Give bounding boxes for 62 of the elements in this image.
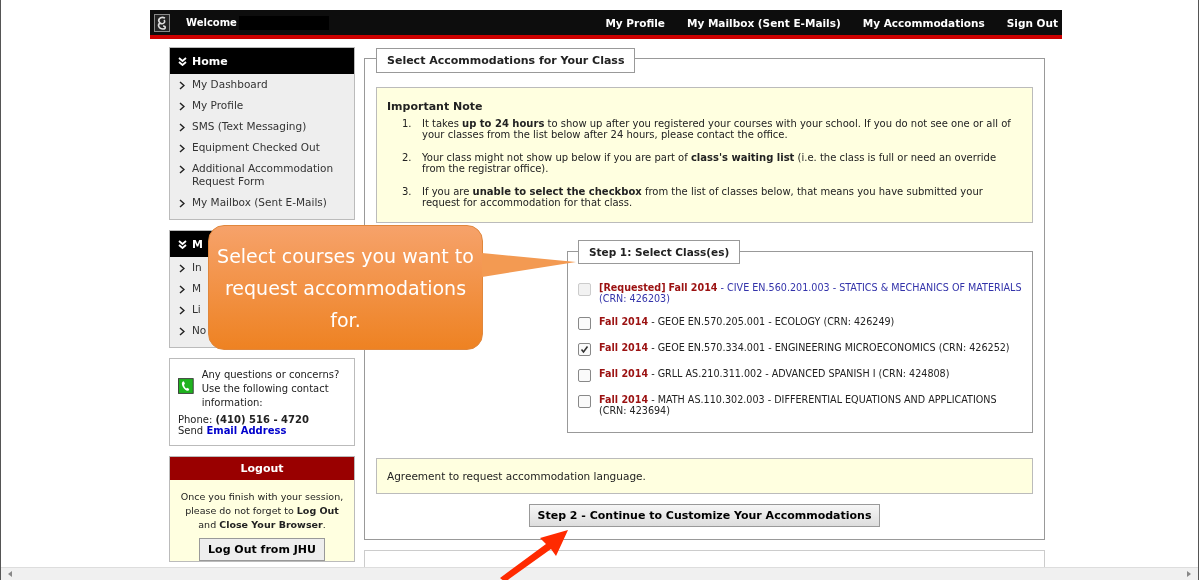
- chevron-right-icon: [179, 165, 185, 174]
- chevron-right-icon: [179, 144, 185, 153]
- chevron-right-icon: [179, 264, 185, 273]
- menu-link[interactable]: M: [192, 282, 202, 295]
- panel-title: Select Accommodations for Your Class: [376, 48, 636, 73]
- step-title: Step 1: Select Class(es): [578, 240, 741, 264]
- send-label: Send: [178, 425, 204, 436]
- note-text: If you are unable to select the checkbox from the list of classes below, that means you have submitted your request for accommodation for that class.: [422, 186, 984, 208]
- class-label: Fall 2014 - GEOE EN.570.334.001 - ENGINEERING MICROECONOMICS (CRN: 426252): [599, 342, 1010, 355]
- scroll-left-icon[interactable]: [7, 571, 13, 577]
- chevron-right-icon: [179, 306, 185, 315]
- menu-link[interactable]: My Dashboard: [192, 78, 268, 91]
- logout-text: Once you finish with your session, please do not forget to Log Out and Close Your Browser.: [179, 490, 345, 532]
- note-text: Your class might not show up below if you are part of class's waiting list (i.e. the class is full or need an override from the registrar office).: [422, 152, 998, 174]
- menu-header[interactable]: Home: [170, 48, 354, 74]
- chevron-right-icon: [179, 199, 185, 208]
- logo-icon: [154, 13, 170, 32]
- class-label: Fall 2014 - MATH AS.110.302.003 - DIFFERENTIAL EQUATIONS AND APPLICATIONS (CRN: 423694): [599, 394, 998, 416]
- menu-link[interactable]: SMS (Text Messaging): [192, 120, 307, 133]
- checkbox[interactable]: [578, 395, 591, 408]
- horizontal-scrollbar[interactable]: [1, 567, 1198, 580]
- scroll-right-icon[interactable]: [1186, 571, 1192, 577]
- chevron-right-icon: [179, 285, 185, 294]
- checkbox[interactable]: [578, 369, 591, 382]
- logout-header: Logout: [170, 457, 354, 480]
- agreement-text: Agreement to request accommodation language.: [387, 470, 646, 482]
- note-text: It takes up to 24 hours to show up after you registered your courses with your school. If you do not see one or all of your classes from the list below after 24 hours, please contact the office.: [422, 118, 1012, 140]
- callout-tooltip: Select courses you want to request accommodations for.: [208, 225, 483, 350]
- checkbox[interactable]: [578, 343, 591, 356]
- welcome-text: Welcome: [186, 17, 237, 28]
- list-number: 1.: [402, 118, 413, 131]
- nav-link[interactable]: My Accommodations: [862, 16, 985, 29]
- logout-button[interactable]: Log Out from JHU: [199, 538, 325, 561]
- class-label: [Requested] Fall 2014 - CIVE EN.560.201.003 - STATICS & MECHANICS OF MATERIALS (CRN: 426203): [599, 282, 1022, 304]
- menu-link[interactable]: Li: [192, 303, 201, 316]
- double-chevron-icon: [178, 239, 187, 249]
- list-number: 3.: [402, 186, 413, 199]
- menu-link[interactable]: In: [192, 261, 202, 274]
- menu-link[interactable]: My Mailbox (Sent E-Mails): [192, 196, 327, 209]
- chevron-right-icon: [179, 123, 185, 132]
- double-chevron-icon: [178, 56, 187, 66]
- nav-link[interactable]: My Mailbox (Sent E-Mails): [686, 16, 841, 29]
- pointer-arrow: [498, 528, 570, 580]
- nav-link[interactable]: Sign Out: [1006, 16, 1058, 29]
- class-label: Fall 2014 - GRLL AS.210.311.002 - ADVANCED SPANISH I (CRN: 424808): [599, 368, 950, 381]
- menu-link[interactable]: Equipment Checked Out: [192, 141, 320, 154]
- phone-label: Phone:: [178, 414, 213, 425]
- note-title: Important Note: [387, 100, 484, 113]
- phone-number: (410) 516 - 4720: [215, 414, 309, 425]
- menu-link[interactable]: Additional Accommodation Request Form: [192, 162, 346, 188]
- email-link[interactable]: Email Address: [206, 425, 287, 436]
- chevron-right-icon: [179, 81, 185, 90]
- continue-button[interactable]: Step 2 - Continue to Customize Your Accommodations: [528, 504, 881, 527]
- nav-link[interactable]: My Profile: [605, 16, 665, 29]
- chevron-right-icon: [179, 327, 185, 336]
- chevron-right-icon: [179, 102, 185, 111]
- contact-text: Any questions or concerns? Use the following contact information:: [201, 368, 341, 410]
- class-label: Fall 2014 - GEOE EN.570.205.001 - ECOLOGY (CRN: 426249): [599, 316, 895, 329]
- menu-link[interactable]: My Profile: [192, 99, 244, 112]
- checkbox[interactable]: [578, 317, 591, 330]
- menu-link[interactable]: No: [192, 324, 207, 337]
- list-number: 2.: [402, 152, 413, 165]
